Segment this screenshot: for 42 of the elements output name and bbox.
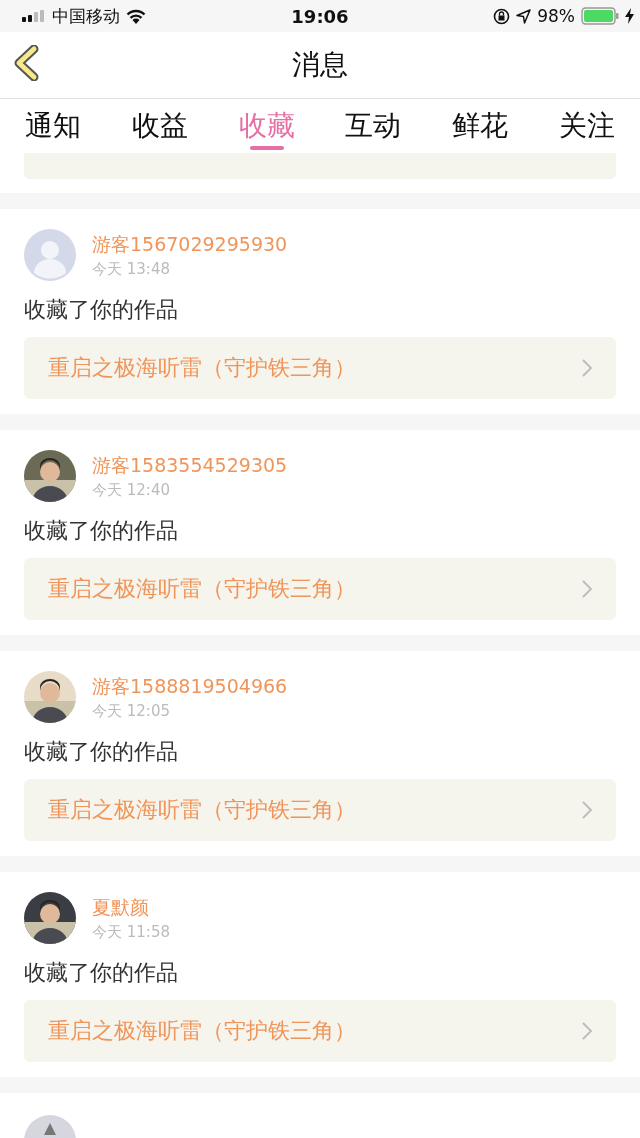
battery-percent: 98% [537, 6, 575, 26]
work-link-bar[interactable]: 重启之极海听雷（守护铁三角） [24, 558, 616, 620]
signal-icon [22, 10, 46, 22]
work-link-bar[interactable]: 重启之极海听雷（守护铁三角） [24, 1000, 616, 1062]
user-name[interactable]: 游客1567029295930 [92, 231, 288, 258]
tab[interactable]: 收益 [106, 99, 214, 153]
tab[interactable]: 通知 [0, 99, 107, 153]
chevron-right-icon [582, 801, 592, 819]
tab[interactable]: 收藏 [213, 99, 320, 153]
work-title[interactable]: 重启之极海听雷（守护铁三角） [48, 795, 356, 825]
message-time: 今天 12:40 [92, 480, 171, 500]
message-text: 收藏了你的作品 [24, 517, 179, 545]
work-link-bar[interactable]: 重启之极海听雷（守护铁三角） [24, 779, 616, 841]
user-name[interactable]: 游客1588819504966 [92, 673, 288, 700]
user-name[interactable]: 夏默颜 [92, 894, 170, 921]
message-time: 今天 13:48 [92, 259, 171, 279]
work-title[interactable]: 重启之极海听雷（守护铁三角） [48, 353, 356, 383]
chevron-right-icon [582, 359, 592, 377]
chevron-right-icon [582, 580, 592, 598]
message-text: 收藏了你的作品 [24, 296, 179, 324]
work-link-bar[interactable]: 重启之极海听雷（守护铁三角） [24, 337, 616, 399]
back-button[interactable] [12, 45, 40, 84]
user-name[interactable]: 游客1583554529305 [92, 452, 288, 479]
location-icon [516, 8, 532, 24]
work-title[interactable]: 重启之极海听雷（守护铁三角） [48, 1016, 356, 1046]
tab[interactable]: 互动 [320, 99, 427, 153]
battery-icon [581, 7, 619, 25]
carrier-name: 中国移动 [52, 4, 120, 28]
message-text: 收藏了你的作品 [24, 959, 179, 987]
page-title: 消息 [292, 47, 348, 83]
rotation-lock-icon [493, 7, 511, 25]
tab[interactable]: 鲜花 [426, 99, 534, 153]
wifi-icon [126, 8, 146, 24]
message-text: 收藏了你的作品 [24, 738, 179, 766]
tab[interactable]: 关注 [533, 99, 640, 153]
message-time: 今天 12:05 [92, 701, 171, 721]
charging-bolt-icon [625, 8, 634, 24]
message-time: 今天 11:58 [92, 922, 170, 942]
work-title[interactable]: 重启之极海听雷（守护铁三角） [48, 574, 356, 604]
avatar-icon [24, 229, 76, 281]
chevron-right-icon [582, 1022, 592, 1040]
clock-time: 19:06 [290, 5, 350, 27]
